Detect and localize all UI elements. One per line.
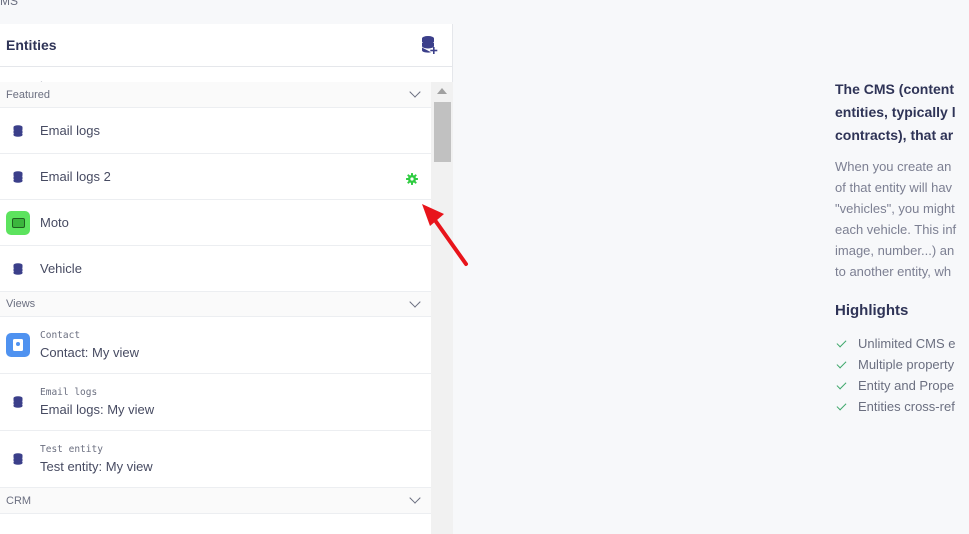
view-label: Email logs: My view: [40, 402, 155, 417]
chevron-down-icon: [409, 492, 421, 504]
section-views[interactable]: Views: [0, 292, 431, 317]
gear-icon[interactable]: [406, 172, 418, 185]
check-icon: [836, 379, 847, 389]
chevron-down-icon: [409, 295, 421, 308]
list-item-label: Vehicle: [40, 261, 82, 276]
view-item[interactable]: Email logs Email logs: My view: [0, 374, 431, 431]
database-icon: [6, 119, 30, 143]
section-crm[interactable]: CRM: [0, 488, 431, 514]
highlight-item: Multiple property: [835, 354, 969, 375]
app-breadcrumb: MS: [0, 0, 18, 8]
database-icon: [6, 165, 30, 189]
list-item[interactable]: Moto: [0, 200, 431, 246]
database-icon: [6, 390, 30, 414]
view-label: Contact: My view: [40, 345, 139, 360]
list-item[interactable]: Email logs: [0, 108, 431, 154]
contact-icon: [6, 333, 30, 357]
list-item[interactable]: Email logs 2: [0, 154, 431, 200]
scroll-thumb[interactable]: [434, 102, 451, 162]
moto-icon: [6, 210, 30, 235]
annotation-arrow-icon: [422, 204, 468, 266]
highlight-item: Entities cross-ref: [835, 396, 969, 417]
database-icon: [6, 447, 30, 471]
body-text: When you create an of that entity will h…: [835, 159, 957, 279]
view-entity-name: Contact: [40, 330, 81, 341]
entity-list: Featured Email logs Email logs 2 Moto Ve…: [0, 82, 431, 534]
view-label: Test entity: My view: [40, 459, 153, 474]
check-icon: [836, 337, 847, 347]
section-featured[interactable]: Featured: [0, 82, 431, 108]
highlight-item: Entity and Prope: [835, 375, 969, 396]
database-icon: [6, 257, 30, 281]
check-icon: [836, 400, 847, 410]
highlights-heading: Highlights: [835, 302, 909, 319]
view-entity-name: Email logs: [40, 387, 98, 398]
list-item-label: Email logs 2: [40, 169, 111, 184]
scroll-up-arrow-icon[interactable]: [437, 88, 447, 94]
panel-title: Entities: [6, 37, 57, 53]
add-database-icon[interactable]: [420, 35, 440, 55]
panel-header: Entities: [0, 24, 452, 67]
check-icon: [836, 358, 847, 368]
section-label: Views: [6, 298, 36, 310]
list-item[interactable]: Vehicle: [0, 246, 431, 292]
highlights-list: Unlimited CMS e Multiple property Entity…: [835, 333, 969, 417]
view-entity-name: Test entity: [40, 444, 103, 455]
section-label: CRM: [6, 494, 32, 507]
list-scrollbar[interactable]: [431, 82, 453, 534]
section-label: Featured: [6, 88, 51, 101]
cms-description: The CMS (content entities, typically l c…: [835, 78, 969, 417]
list-item-label: Email logs: [40, 123, 100, 138]
chevron-down-icon: [409, 86, 421, 98]
view-item[interactable]: Contact Contact: My view: [0, 317, 431, 374]
view-item[interactable]: Test entity Test entity: My view: [0, 431, 431, 488]
highlight-item: Unlimited CMS e: [835, 333, 969, 354]
lead-text: The CMS (content entities, typically l c…: [835, 81, 956, 143]
list-item-label: Moto: [40, 215, 69, 230]
